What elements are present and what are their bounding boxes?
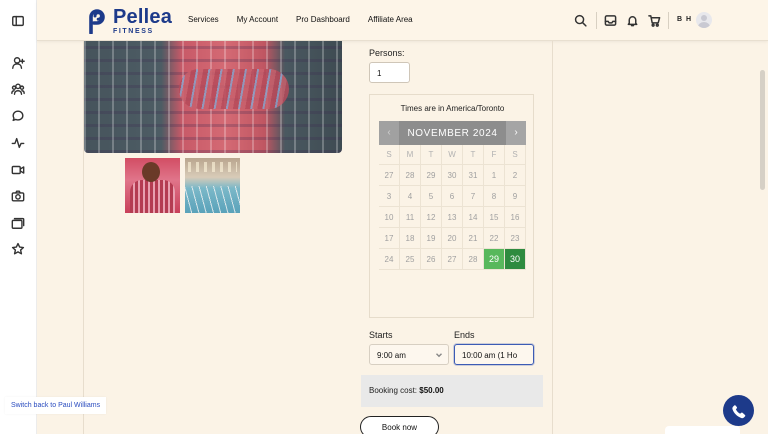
phone-icon (731, 404, 745, 418)
header-divider (668, 12, 669, 29)
calendar-grid: S M T W T F S 27 28 29 30 31 1 2 3 4 5 6 7 8 9 10 11 12 13 14 15 16… (379, 145, 526, 270)
calendar-day: 3 (379, 186, 400, 207)
calendar-day: 11 (400, 207, 421, 228)
main-nav: Services My Account Pro Dashboard Affili… (188, 15, 431, 24)
ends-label: Ends (454, 330, 475, 340)
booking-cost: Booking cost: $50.00 (361, 375, 543, 407)
starts-label: Starts (369, 330, 393, 340)
calendar-weekday: T (421, 145, 442, 165)
calendar-day: 26 (421, 249, 442, 270)
page-scrollbar[interactable] (760, 70, 765, 190)
calendar-day: 10 (379, 207, 400, 228)
booking-calendar-panel: Times are in America/Toronto ‹ NOVEMBER … (369, 94, 534, 318)
search-icon[interactable] (574, 14, 587, 27)
product-main-image[interactable] (84, 41, 342, 153)
brand-subtitle: FITNESS (113, 28, 154, 35)
start-time-select[interactable]: 9:00 am (369, 344, 449, 365)
top-header: Pellea FITNESS Services My Account Pro D… (37, 0, 768, 41)
calendar-day: 13 (442, 207, 463, 228)
calendar-day: 8 (484, 186, 505, 207)
calendar-weekday: F (484, 145, 505, 165)
nav-affiliate-area[interactable]: Affiliate Area (368, 15, 413, 24)
calendar-weekday: W (442, 145, 463, 165)
calendar-day: 21 (463, 228, 484, 249)
sidebar-toggle-icon[interactable] (10, 13, 26, 29)
product-thumbnail-trainer[interactable] (125, 158, 180, 213)
bell-icon[interactable] (626, 14, 639, 27)
call-button[interactable] (723, 395, 754, 426)
calendar-day: 24 (379, 249, 400, 270)
cart-icon[interactable] (648, 14, 661, 27)
calendar-header: ‹ NOVEMBER 2024 › (379, 121, 526, 145)
end-time-select[interactable]: 10:00 am (1 Ho (454, 344, 534, 365)
nav-my-account[interactable]: My Account (237, 15, 278, 24)
calendar-day: 12 (421, 207, 442, 228)
calendar-day: 31 (463, 165, 484, 186)
chat-widget-peek[interactable] (665, 426, 740, 434)
calendar-day: 1 (484, 165, 505, 186)
activity-icon[interactable] (10, 135, 26, 151)
calendar-day: 16 (505, 207, 526, 228)
calendar-weekday: S (505, 145, 526, 165)
inbox-icon[interactable] (604, 14, 617, 27)
calendar-next-button[interactable]: › (506, 121, 526, 145)
calendar-day: 2 (505, 165, 526, 186)
user-initials[interactable]: B H (677, 16, 692, 23)
avatar[interactable] (696, 12, 712, 28)
calendar-day: 7 (463, 186, 484, 207)
persons-input[interactable]: 1 (369, 62, 410, 83)
calendar-day: 30 (442, 165, 463, 186)
calendar-day: 27 (379, 165, 400, 186)
book-now-button[interactable]: Book now (360, 416, 439, 434)
chevron-down-icon (436, 351, 442, 358)
nav-pro-dashboard[interactable]: Pro Dashboard (296, 15, 350, 24)
booking-cost-label: Booking cost: (369, 386, 418, 395)
left-rail (0, 0, 37, 434)
star-icon[interactable] (10, 241, 26, 257)
booking-cost-value: $50.00 (419, 386, 444, 395)
brand-logo[interactable]: Pellea FITNESS (85, 7, 172, 35)
calendar-day: 14 (463, 207, 484, 228)
chat-icon[interactable] (10, 108, 26, 124)
logo-mark-icon (85, 8, 109, 35)
users-icon[interactable] (10, 81, 26, 97)
calendar-day: 28 (463, 249, 484, 270)
calendar-day-selected[interactable]: 30 (505, 249, 526, 270)
calendar-day: 17 (379, 228, 400, 249)
timezone-note: Times are in America/Toronto (400, 104, 505, 113)
user-plus-icon[interactable] (10, 55, 26, 71)
calendar-day: 6 (442, 186, 463, 207)
product-thumbnail-pool[interactable] (185, 158, 240, 213)
column-divider (552, 41, 553, 434)
calendar-day: 20 (442, 228, 463, 249)
header-divider (596, 12, 597, 29)
calendar-weekday: M (400, 145, 421, 165)
calendar-day-available[interactable]: 29 (484, 249, 505, 270)
end-time-value: 10:00 am (1 Ho (462, 351, 518, 360)
start-time-value: 9:00 am (377, 351, 406, 360)
switch-back-link[interactable]: Switch back to Paul Williams (5, 397, 107, 414)
calendar-day: 22 (484, 228, 505, 249)
brand-name: Pellea (113, 6, 173, 28)
persons-label: Persons: (369, 48, 405, 58)
calendar-month-title: NOVEMBER 2024 (407, 128, 498, 139)
calendar-day: 19 (421, 228, 442, 249)
calendar-day: 9 (505, 186, 526, 207)
nav-services[interactable]: Services (188, 15, 219, 24)
calendar-day: 5 (421, 186, 442, 207)
calendar: ‹ NOVEMBER 2024 › S M T W T F S 27 28 29 30 31 1 2 3 4 5… (379, 121, 526, 270)
video-icon[interactable] (10, 162, 26, 178)
calendar-day: 25 (400, 249, 421, 270)
calendar-day: 4 (400, 186, 421, 207)
calendar-day: 29 (421, 165, 442, 186)
calendar-day: 15 (484, 207, 505, 228)
calendar-day: 18 (400, 228, 421, 249)
camera-icon[interactable] (10, 188, 26, 204)
gallery-icon[interactable] (10, 215, 26, 231)
calendar-weekday: S (379, 145, 400, 165)
calendar-weekday: T (463, 145, 484, 165)
calendar-day: 27 (442, 249, 463, 270)
calendar-day: 28 (400, 165, 421, 186)
calendar-day: 23 (505, 228, 526, 249)
